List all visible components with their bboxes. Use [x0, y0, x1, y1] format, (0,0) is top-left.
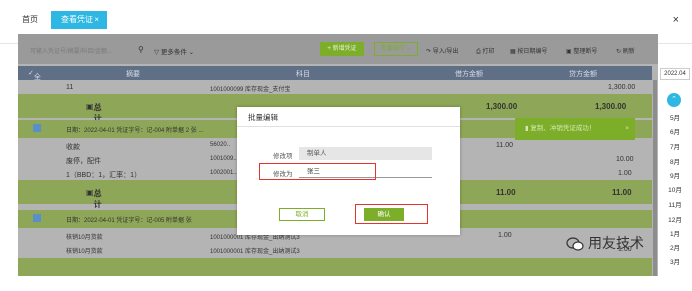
cell-account: 1001009.. — [210, 156, 237, 162]
cell-credit: 1.00 — [618, 170, 632, 177]
header-debit: 借方金额 — [455, 71, 483, 78]
cell-debit: 1.00 — [498, 232, 512, 239]
table-row[interactable]: 11 1001000099 库存现金_支付宝 1,300.00 — [18, 80, 652, 94]
total-text: 总计 — [93, 189, 102, 209]
batch-ops-button[interactable]: 批量操作 ⌄ — [374, 42, 418, 56]
cell-summary: 1（BBD：1，汇率：1） — [66, 172, 142, 179]
voucher-meta: 日期：2022-04-01 凭证字号：记-004 附单据 2 张 ... — [66, 128, 204, 134]
month-item[interactable]: 6月 — [658, 126, 692, 136]
total-label: ▣ 总计 — [86, 188, 102, 209]
total-row — [18, 258, 652, 276]
cell-summary: 11 — [66, 84, 74, 91]
cell-account: 1002001.. — [210, 170, 237, 176]
cancel-button[interactable]: 取消 — [279, 208, 325, 221]
watermark-text: 用友技术 — [588, 235, 644, 251]
cell-credit: 1,300.00 — [608, 84, 636, 91]
refresh-label: 刷新 — [622, 49, 635, 55]
highlight-box — [355, 204, 428, 224]
month-item[interactable]: 7月 — [658, 141, 692, 151]
cell-summary: 收款 — [66, 144, 80, 151]
month-item[interactable]: 1月 — [658, 228, 692, 238]
print-button[interactable]: ⎙ 打印 — [476, 46, 495, 56]
header-account: 科目 — [296, 71, 310, 78]
month-panel: 2022.04 ⌃ 5月 6月 7月 8月 9月 10月 11月 12月 1月 … — [658, 66, 692, 291]
watermark: 用友技术 — [566, 233, 644, 253]
field-label: 修改项 — [273, 153, 293, 160]
table-row[interactable]: 核销10月货款 1001000001 库存现金_出纳测试3 1.00 — [18, 242, 652, 256]
reorder-label: 按日期编号 — [517, 49, 548, 55]
highlight-box — [259, 163, 376, 180]
import-export-label: 导入/导出 — [432, 49, 459, 55]
cell-account: 56020.. — [210, 142, 231, 148]
month-item[interactable]: 10月 — [658, 184, 692, 194]
month-item[interactable]: 12月 — [658, 214, 692, 224]
import-export-button[interactable]: ↷ 导入/导出 — [426, 46, 458, 55]
year-selector[interactable]: 2022.04 — [660, 68, 690, 80]
tab-view-voucher[interactable]: 查看凭证 × — [51, 11, 107, 29]
toolbar: 可输入凭证号/摘要/科目/金额... ⚲ ▽ 更多条件 ⌄ + 新增凭证 批量操… — [18, 34, 658, 64]
search-icon[interactable]: ⚲ — [138, 45, 144, 54]
import-icon: ↷ — [426, 49, 432, 55]
renumber-icon: ▣ — [566, 49, 572, 55]
reorder-button[interactable]: ▦ 按日期编号 — [510, 46, 547, 55]
month-item[interactable]: 5月 — [658, 112, 692, 122]
scrollbar[interactable] — [653, 80, 657, 276]
print-icon: ⎙ — [476, 49, 481, 55]
modal-title: 批量编辑 — [248, 113, 278, 122]
total-credit: 11.00 — [612, 188, 632, 197]
print-label: 打印 — [482, 49, 495, 55]
cell-summary: 核销10月货款 — [66, 235, 103, 241]
batch-ops-label: 批量操作 — [380, 46, 405, 52]
window-close-icon[interactable]: × — [673, 14, 679, 26]
table-header: ✓ 全选 摘要 科目 借方金额 贷方金额 — [18, 66, 652, 91]
cell-account: 1001000001 库存现金_出纳测试3 — [210, 249, 300, 255]
month-item[interactable]: 2月 — [658, 242, 692, 252]
renumber-button[interactable]: ▣ 整理断号 — [566, 46, 597, 55]
cell-credit: 10.00 — [616, 156, 634, 163]
refresh-button[interactable]: ↻ 刷新 — [616, 46, 635, 55]
toast-close-icon[interactable]: × — [625, 118, 629, 140]
tab-home[interactable]: 首页 — [22, 14, 38, 25]
cell-summary: 核销10月货款 — [66, 249, 103, 255]
month-item[interactable]: 11月 — [658, 199, 692, 209]
scroll-up-icon[interactable]: ⌃ — [667, 93, 681, 107]
header-summary: 摘要 — [126, 71, 140, 78]
month-item[interactable]: 8月 — [658, 156, 692, 166]
toast-message: 复制、冲销凭证成功！ — [530, 125, 596, 132]
field-select[interactable]: 制单人 — [299, 147, 432, 160]
more-filter-button[interactable]: ▽ 更多条件 ⌄ — [154, 46, 194, 56]
calendar-icon: ▦ — [510, 49, 516, 55]
month-item[interactable]: 3月 — [658, 256, 692, 266]
total-debit: 1,300.00 — [486, 102, 518, 111]
wechat-icon — [566, 237, 584, 251]
divider — [237, 126, 460, 127]
cell-debit: 11.00 — [496, 142, 513, 149]
month-item[interactable]: 9月 — [658, 170, 692, 180]
success-toast: ▮ 复制、冲销凭证成功！ × — [515, 118, 635, 140]
renumber-label: 整理断号 — [573, 49, 598, 55]
toast-text: ▮ 复制、冲销凭证成功！ — [525, 125, 596, 132]
cell-account: 1001000099 库存现金_支付宝 — [210, 87, 291, 93]
cell-summary: 废停，配件 — [66, 158, 101, 165]
total-credit: 1,300.00 — [595, 102, 627, 111]
total-label: ▣ 总计 — [86, 102, 102, 123]
tab-view-voucher-label: 查看凭证 — [61, 15, 93, 24]
new-voucher-button[interactable]: + 新增凭证 — [320, 42, 364, 56]
voucher-checkbox[interactable] — [33, 124, 41, 132]
voucher-checkbox[interactable] — [33, 214, 41, 222]
total-debit: 11.00 — [496, 188, 516, 197]
tab-close-icon[interactable]: × — [94, 11, 99, 29]
batch-edit-modal: 批量编辑 修改项 制单人 修改为 张三 取消 确认 — [237, 107, 460, 235]
search-input[interactable]: 可输入凭证号/摘要/科目/金额... — [30, 46, 112, 55]
select-all-checkbox[interactable]: ✓ 全选 — [28, 69, 41, 91]
refresh-icon: ↻ — [616, 49, 622, 55]
voucher-meta: 日期：2022-04-01 凭证字号：记-005 附单据 张 — [66, 218, 192, 224]
header-credit: 贷方金额 — [569, 71, 597, 78]
more-filter-label: 更多条件 — [160, 49, 187, 56]
